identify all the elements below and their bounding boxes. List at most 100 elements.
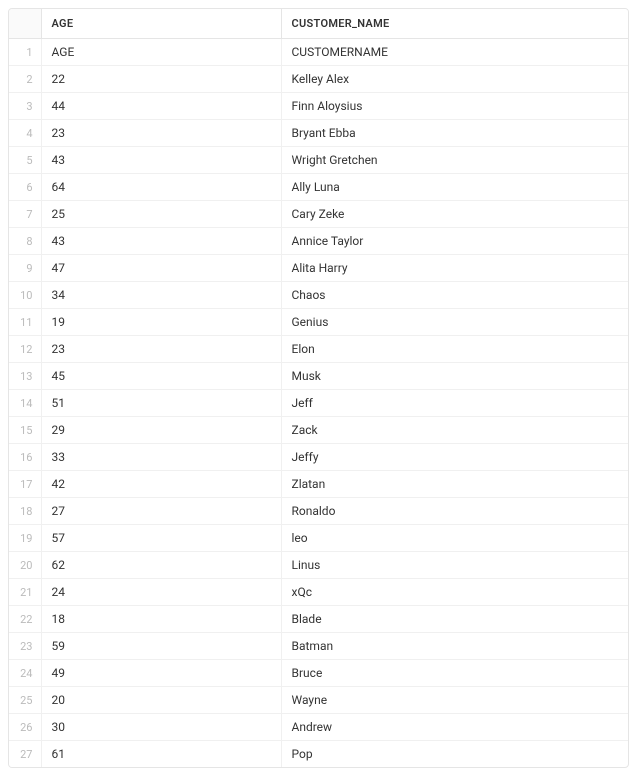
row-number: 18: [9, 498, 41, 525]
cell-age[interactable]: 19: [41, 309, 281, 336]
table-row[interactable]: 1633Jeffy: [9, 444, 628, 471]
row-number: 23: [9, 633, 41, 660]
table-row[interactable]: 1223Elon: [9, 336, 628, 363]
cell-age[interactable]: 47: [41, 255, 281, 282]
table-row[interactable]: 344Finn Aloysius: [9, 93, 628, 120]
row-number: 12: [9, 336, 41, 363]
row-number: 26: [9, 714, 41, 741]
cell-age[interactable]: 33: [41, 444, 281, 471]
cell-customer-name[interactable]: Musk: [281, 363, 628, 390]
cell-customer-name[interactable]: Finn Aloysius: [281, 93, 628, 120]
cell-customer-name[interactable]: Zlatan: [281, 471, 628, 498]
cell-customer-name[interactable]: Cary Zeke: [281, 201, 628, 228]
cell-customer-name[interactable]: Pop: [281, 741, 628, 768]
cell-age[interactable]: 43: [41, 228, 281, 255]
cell-age[interactable]: 59: [41, 633, 281, 660]
cell-customer-name[interactable]: Annice Taylor: [281, 228, 628, 255]
cell-age[interactable]: 23: [41, 120, 281, 147]
table-row[interactable]: 725Cary Zeke: [9, 201, 628, 228]
row-number: 6: [9, 174, 41, 201]
rownum-header: [9, 9, 41, 39]
column-header-customer-name[interactable]: CUSTOMER_NAME: [281, 9, 628, 39]
row-number: 10: [9, 282, 41, 309]
table-row[interactable]: 1827Ronaldo: [9, 498, 628, 525]
cell-age[interactable]: 45: [41, 363, 281, 390]
row-number: 19: [9, 525, 41, 552]
cell-age[interactable]: 49: [41, 660, 281, 687]
cell-age[interactable]: 23: [41, 336, 281, 363]
cell-age[interactable]: AGE: [41, 39, 281, 66]
cell-customer-name[interactable]: Ronaldo: [281, 498, 628, 525]
cell-customer-name[interactable]: Andrew: [281, 714, 628, 741]
cell-customer-name[interactable]: Chaos: [281, 282, 628, 309]
cell-age[interactable]: 57: [41, 525, 281, 552]
table-row[interactable]: 2359Batman: [9, 633, 628, 660]
cell-age[interactable]: 24: [41, 579, 281, 606]
cell-age[interactable]: 22: [41, 66, 281, 93]
row-number: 16: [9, 444, 41, 471]
table-row[interactable]: 1451Jeff: [9, 390, 628, 417]
table-row[interactable]: 2449Bruce: [9, 660, 628, 687]
cell-customer-name[interactable]: xQc: [281, 579, 628, 606]
cell-customer-name[interactable]: Alita Harry: [281, 255, 628, 282]
cell-age[interactable]: 20: [41, 687, 281, 714]
cell-age[interactable]: 64: [41, 174, 281, 201]
cell-age[interactable]: 42: [41, 471, 281, 498]
table-row[interactable]: 2218Blade: [9, 606, 628, 633]
table-row[interactable]: 222Kelley Alex: [9, 66, 628, 93]
cell-customer-name[interactable]: Elon: [281, 336, 628, 363]
table-row[interactable]: 1529Zack: [9, 417, 628, 444]
table-row[interactable]: 2520Wayne: [9, 687, 628, 714]
cell-age[interactable]: 62: [41, 552, 281, 579]
table-row[interactable]: 1AGECUSTOMERNAME: [9, 39, 628, 66]
cell-customer-name[interactable]: Wayne: [281, 687, 628, 714]
table-row[interactable]: 1742Zlatan: [9, 471, 628, 498]
table-row[interactable]: 1034Chaos: [9, 282, 628, 309]
cell-customer-name[interactable]: CUSTOMERNAME: [281, 39, 628, 66]
table-row[interactable]: 843Annice Taylor: [9, 228, 628, 255]
cell-age[interactable]: 25: [41, 201, 281, 228]
column-header-age[interactable]: AGE: [41, 9, 281, 39]
cell-customer-name[interactable]: Zack: [281, 417, 628, 444]
cell-customer-name[interactable]: Jeffy: [281, 444, 628, 471]
row-number: 13: [9, 363, 41, 390]
cell-customer-name[interactable]: Bryant Ebba: [281, 120, 628, 147]
cell-age[interactable]: 61: [41, 741, 281, 768]
row-number: 27: [9, 741, 41, 768]
cell-customer-name[interactable]: Blade: [281, 606, 628, 633]
row-number: 17: [9, 471, 41, 498]
cell-customer-name[interactable]: Wright Gretchen: [281, 147, 628, 174]
row-number: 24: [9, 660, 41, 687]
table-row[interactable]: 1345Musk: [9, 363, 628, 390]
cell-age[interactable]: 43: [41, 147, 281, 174]
table-row[interactable]: 2062Linus: [9, 552, 628, 579]
row-number: 1: [9, 39, 41, 66]
table-row[interactable]: 664Ally Luna: [9, 174, 628, 201]
table-row[interactable]: 1957leo: [9, 525, 628, 552]
table-row[interactable]: 543Wright Gretchen: [9, 147, 628, 174]
cell-customer-name[interactable]: Batman: [281, 633, 628, 660]
cell-age[interactable]: 29: [41, 417, 281, 444]
cell-age[interactable]: 51: [41, 390, 281, 417]
table-row[interactable]: 2124xQc: [9, 579, 628, 606]
cell-customer-name[interactable]: leo: [281, 525, 628, 552]
table-row[interactable]: 423Bryant Ebba: [9, 120, 628, 147]
cell-age[interactable]: 18: [41, 606, 281, 633]
cell-customer-name[interactable]: Genius: [281, 309, 628, 336]
table-row[interactable]: 1119Genius: [9, 309, 628, 336]
table-row[interactable]: 2630Andrew: [9, 714, 628, 741]
cell-customer-name[interactable]: Ally Luna: [281, 174, 628, 201]
cell-age[interactable]: 34: [41, 282, 281, 309]
cell-customer-name[interactable]: Linus: [281, 552, 628, 579]
row-number: 5: [9, 147, 41, 174]
cell-customer-name[interactable]: Kelley Alex: [281, 66, 628, 93]
cell-age[interactable]: 44: [41, 93, 281, 120]
data-table: AGE CUSTOMER_NAME 1AGECUSTOMERNAME222Kel…: [8, 8, 629, 768]
table-row[interactable]: 2761Pop: [9, 741, 628, 768]
cell-customer-name[interactable]: Jeff: [281, 390, 628, 417]
row-number: 4: [9, 120, 41, 147]
cell-customer-name[interactable]: Bruce: [281, 660, 628, 687]
table-row[interactable]: 947Alita Harry: [9, 255, 628, 282]
cell-age[interactable]: 30: [41, 714, 281, 741]
cell-age[interactable]: 27: [41, 498, 281, 525]
